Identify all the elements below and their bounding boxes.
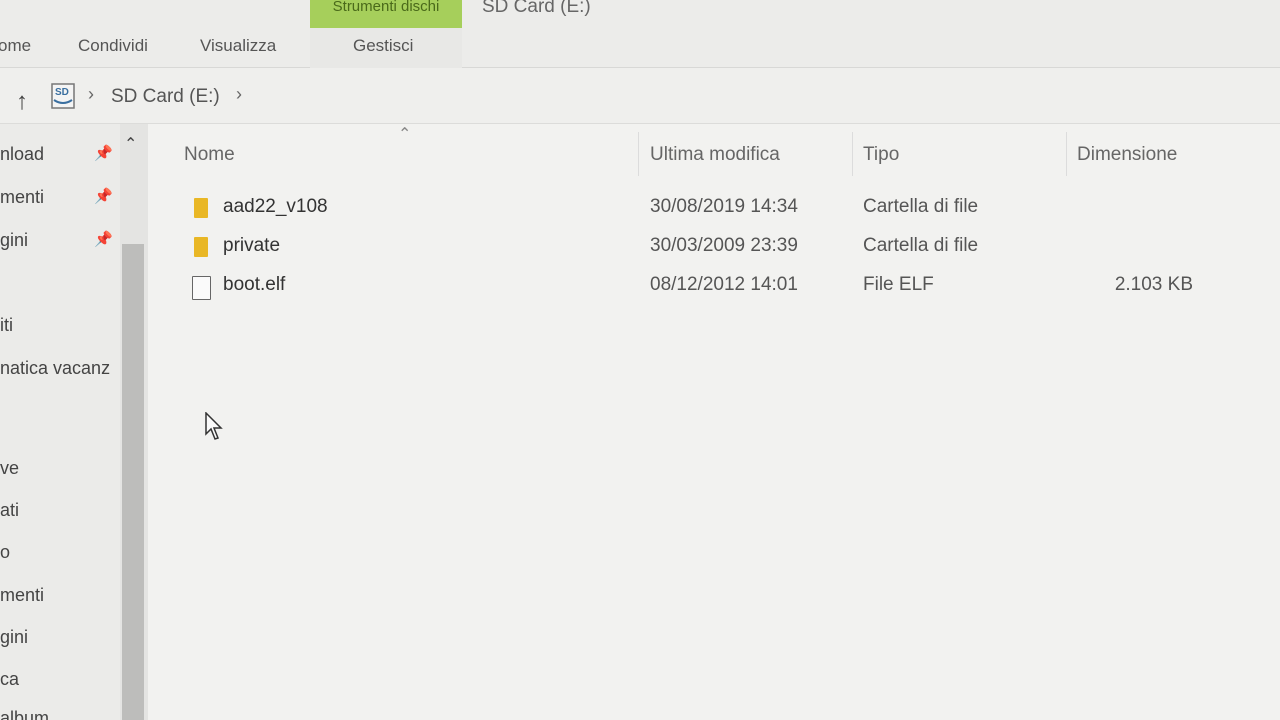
pin-icon[interactable]: 📌	[94, 230, 113, 248]
file-modified: 08/12/2012 14:01	[650, 274, 798, 295]
pin-icon[interactable]: 📌	[94, 144, 113, 162]
column-header-size[interactable]: Dimensione	[1077, 144, 1177, 166]
mouse-cursor-icon	[205, 411, 225, 442]
tab-manage[interactable]: Gestisci	[353, 36, 413, 56]
nav-item-7[interactable]: ati	[0, 500, 19, 521]
tab-home[interactable]: ome	[0, 36, 31, 56]
chevron-right-icon[interactable]: ›	[236, 84, 242, 105]
nav-scrollbar-thumb[interactable]	[122, 244, 144, 720]
nav-item-8[interactable]: o	[0, 542, 10, 563]
tab-view[interactable]: Visualizza	[200, 36, 276, 56]
nav-item-9[interactable]: menti	[0, 585, 44, 606]
context-group-label: Strumenti dischi	[310, 0, 462, 28]
file-size: 2.103 KB	[1114, 274, 1193, 295]
file-row[interactable]: aad22_v108 30/08/2019 14:34 Cartella di …	[148, 190, 1280, 228]
file-type: File ELF	[863, 274, 934, 295]
file-modified: 30/08/2019 14:34	[650, 196, 798, 217]
file-type: Cartella di file	[863, 196, 979, 217]
folder-icon	[194, 237, 208, 257]
scroll-up-icon[interactable]: ⌃	[124, 134, 137, 154]
navigation-pane: nload 📌 menti 📌 gini 📌 iti natica vacanz…	[0, 124, 148, 720]
ribbon: Strumenti dischi SD Card (E:) ome Condiv…	[0, 0, 1280, 68]
file-name: boot.elf	[223, 274, 286, 295]
address-bar: ↑ SD › SD Card (E:) ›	[0, 68, 1280, 124]
folder-icon	[194, 198, 208, 218]
nav-item-4[interactable]: iti	[0, 315, 13, 336]
file-type: Cartella di file	[863, 235, 979, 256]
column-header-modified[interactable]: Ultima modifica	[650, 144, 780, 166]
file-row[interactable]: boot.elf 08/12/2012 14:01 File ELF 2.103…	[148, 268, 1280, 306]
column-divider[interactable]	[638, 132, 639, 176]
tab-share[interactable]: Condividi	[78, 36, 148, 56]
file-row[interactable]: private 30/03/2009 23:39 Cartella di fil…	[148, 229, 1280, 267]
nav-item-downloads[interactable]: nload	[0, 144, 44, 165]
file-list: ⌃ Nome Ultima modifica Tipo Dimensione a…	[148, 124, 1280, 720]
pin-icon[interactable]: 📌	[94, 187, 113, 205]
nav-item-11[interactable]: ca	[0, 669, 19, 690]
window-title: SD Card (E:)	[482, 0, 591, 17]
up-arrow-icon[interactable]: ↑	[10, 88, 34, 116]
column-header-type[interactable]: Tipo	[863, 144, 899, 166]
nav-item-10[interactable]: gini	[0, 627, 28, 648]
file-name: private	[223, 235, 281, 256]
column-divider[interactable]	[1066, 132, 1067, 176]
nav-item-documents[interactable]: menti	[0, 187, 44, 208]
nav-item-12[interactable]: album	[0, 708, 49, 720]
nav-item-pictures[interactable]: gini	[0, 230, 28, 251]
breadcrumb-sd-card[interactable]: SD Card (E:)	[111, 86, 220, 108]
file-icon	[192, 276, 211, 300]
file-modified: 30/03/2009 23:39	[650, 235, 798, 256]
drive-label: SD	[55, 87, 69, 98]
file-name: aad22_v108	[223, 196, 328, 217]
column-header-name[interactable]: Nome	[184, 144, 235, 166]
nav-item-5[interactable]: natica vacanz	[0, 358, 110, 379]
nav-item-6[interactable]: ve	[0, 458, 19, 479]
column-divider[interactable]	[852, 132, 853, 176]
chevron-right-icon[interactable]: ›	[88, 84, 94, 105]
sort-ascending-icon: ⌃	[398, 126, 412, 143]
sd-card-drive-icon: SD	[50, 82, 78, 110]
